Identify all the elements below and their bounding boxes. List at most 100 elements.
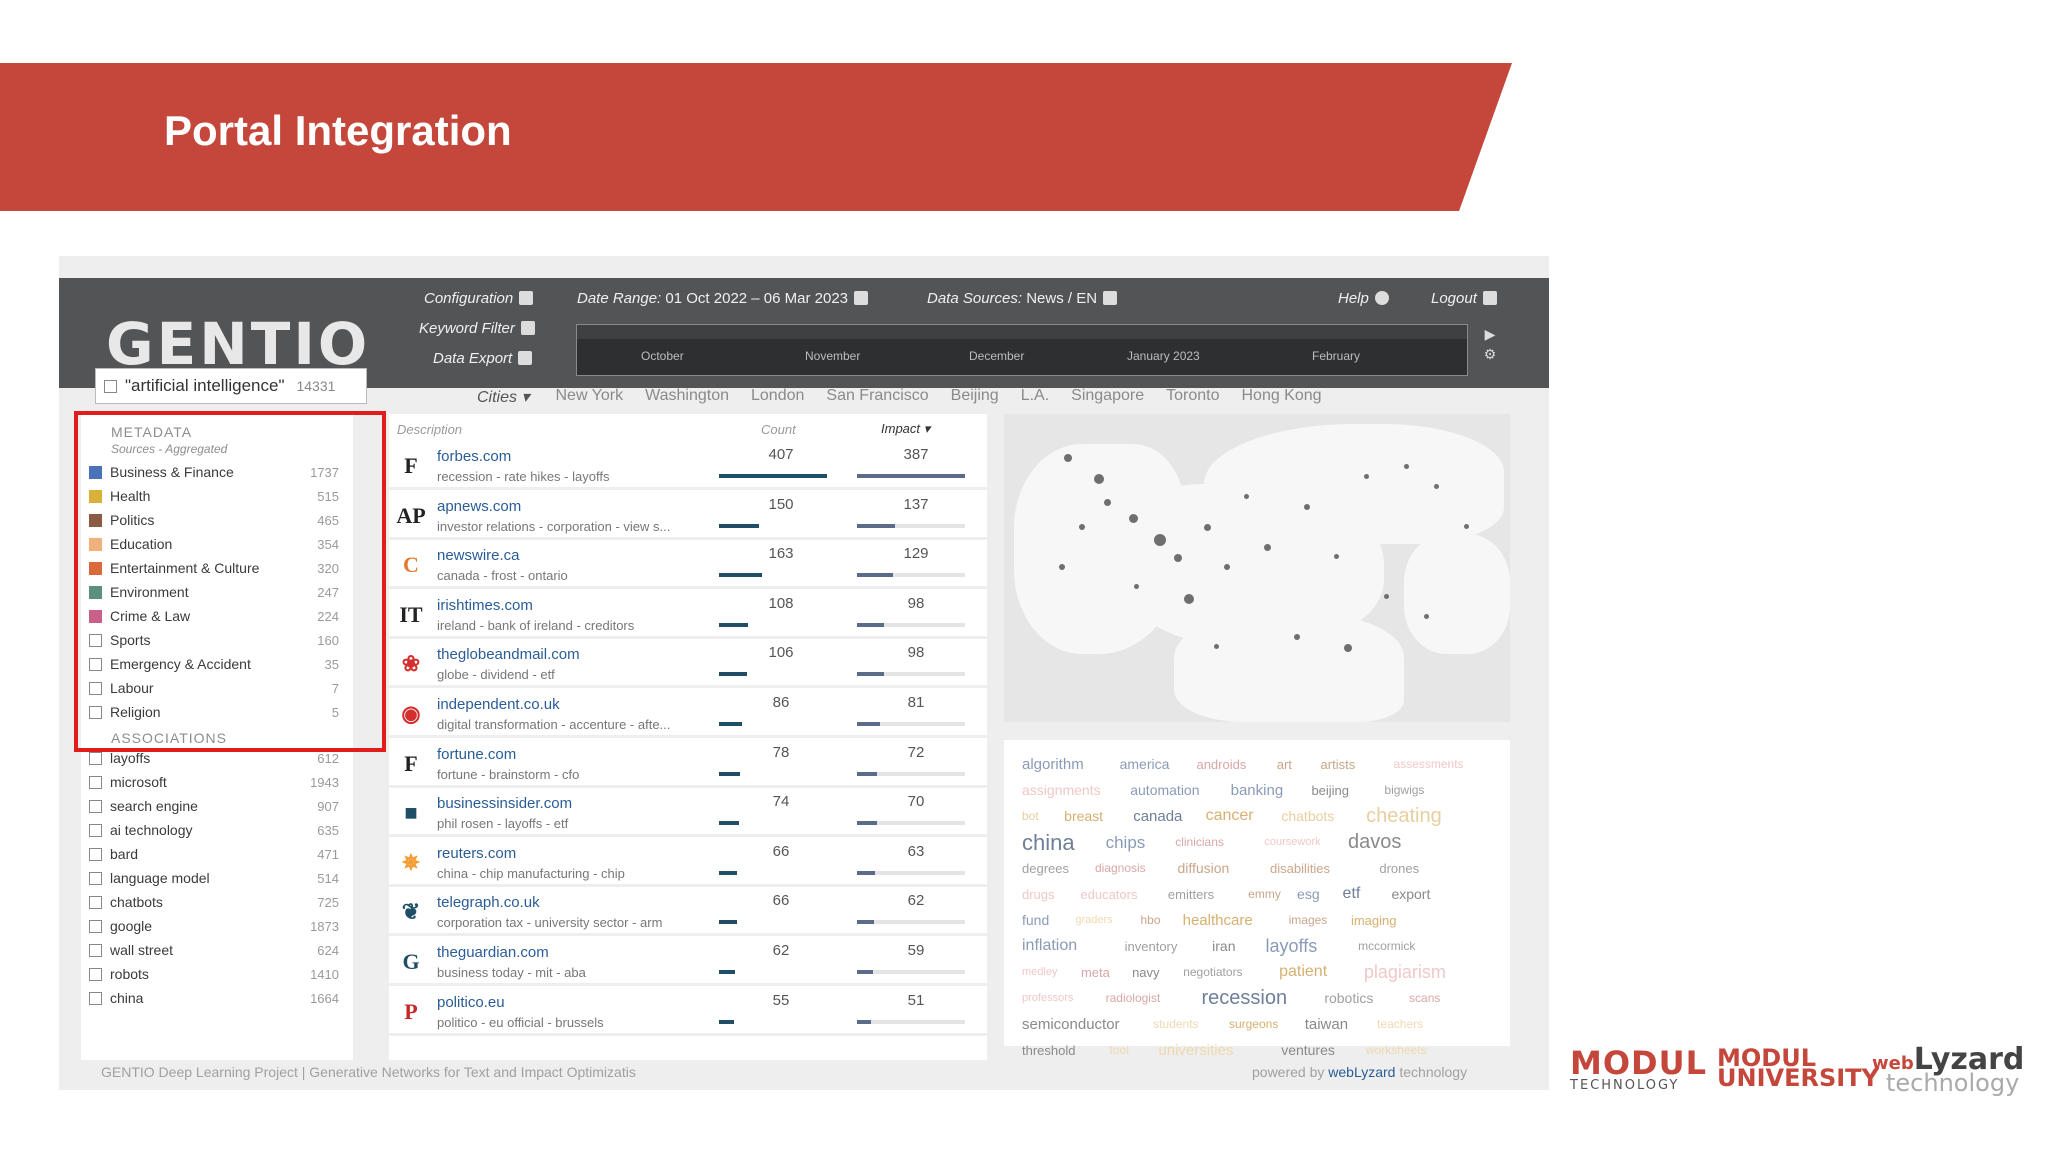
source-name[interactable]: fortune.com (437, 746, 516, 763)
cloud-keyword[interactable]: coursework (1264, 836, 1320, 848)
cloud-keyword[interactable]: negotiators (1183, 965, 1242, 979)
help-link[interactable]: Help (1338, 290, 1389, 307)
cloud-keyword[interactable]: inflation (1022, 937, 1077, 955)
cloud-keyword[interactable]: chips (1106, 833, 1146, 853)
cloud-keyword[interactable]: emitters (1168, 887, 1214, 902)
table-row[interactable]: ✵ reuters.com china - chip manufacturing -… (389, 841, 987, 887)
cloud-keyword[interactable]: bigwigs (1384, 783, 1424, 797)
table-row[interactable]: AP apnews.com investor relations - corpora… (389, 494, 987, 540)
tab-city[interactable]: London (751, 387, 804, 415)
cities-dropdown[interactable]: Cities ▾ (477, 387, 530, 415)
cloud-keyword[interactable]: inventory (1125, 939, 1178, 954)
col-description[interactable]: Description (397, 422, 462, 437)
association-item[interactable]: wall street 624 (81, 938, 353, 962)
gear-icon[interactable]: ⚙ (1484, 346, 1497, 362)
logout-link[interactable]: Logout (1431, 290, 1497, 307)
source-name[interactable]: apnews.com (437, 498, 521, 515)
world-map[interactable] (1004, 414, 1510, 722)
cloud-keyword[interactable]: scans (1409, 991, 1440, 1005)
table-row[interactable]: ❦ telegraph.co.uk corporation tax - univer… (389, 890, 987, 937)
table-row[interactable]: Gtheguardian.com business today - mit - a… (389, 940, 987, 986)
table-row[interactable]: IT irishtimes.com ireland - bank of irelan… (389, 593, 987, 639)
map-marker[interactable] (1214, 644, 1219, 649)
tab-city[interactable]: New York (556, 387, 624, 415)
cloud-keyword[interactable]: taiwan (1305, 1016, 1348, 1033)
cloud-keyword[interactable]: healthcare (1183, 912, 1253, 929)
configuration-menu[interactable]: Configuration (424, 290, 534, 307)
cloud-keyword[interactable]: esg (1297, 886, 1320, 902)
cloud-keyword[interactable]: androids (1196, 757, 1246, 772)
cloud-keyword[interactable]: teachers (1377, 1017, 1423, 1031)
association-checkbox[interactable] (89, 799, 102, 813)
cloud-keyword[interactable]: clinicians (1175, 835, 1224, 849)
association-item[interactable]: language model 514 (81, 866, 353, 890)
map-marker[interactable] (1134, 584, 1139, 589)
cloud-keyword[interactable]: worksheets (1366, 1043, 1427, 1057)
cloud-keyword[interactable]: beijing (1311, 783, 1349, 798)
table-row[interactable]: ■ businessinsider.com phil rosen - layoffs… (389, 791, 987, 838)
map-marker[interactable] (1364, 474, 1369, 479)
association-checkbox[interactable] (89, 751, 102, 765)
col-count[interactable]: Count (761, 422, 796, 437)
cloud-keyword[interactable]: banking (1231, 782, 1284, 799)
association-item[interactable]: search engine 907 (81, 794, 353, 818)
cloud-keyword[interactable]: students (1153, 1017, 1198, 1031)
association-checkbox[interactable] (89, 943, 102, 957)
cloud-keyword[interactable]: export (1391, 886, 1430, 902)
source-name[interactable]: irishtimes.com (437, 597, 533, 614)
cloud-keyword[interactable]: educators (1080, 887, 1137, 902)
map-marker[interactable] (1174, 554, 1182, 562)
date-range[interactable]: Date Range: 01 Oct 2022 – 06 Mar 2023 (577, 290, 869, 307)
weblyzard-link[interactable]: webLyzard (1328, 1064, 1395, 1080)
cloud-keyword[interactable]: mccormick (1358, 939, 1415, 953)
map-marker[interactable] (1104, 499, 1111, 506)
table-row[interactable]: Fforbes.com recession - rate hikes - layo… (389, 444, 987, 490)
cloud-keyword[interactable]: semiconductor (1022, 1016, 1120, 1033)
cloud-keyword[interactable]: davos (1348, 831, 1401, 854)
cloud-keyword[interactable]: diffusion (1177, 860, 1229, 876)
table-row[interactable]: Cnewswire.ca canada - frost - ontario 163 1… (389, 543, 987, 590)
cloud-keyword[interactable]: artists (1321, 757, 1356, 772)
keyword-filter-menu[interactable]: Keyword Filter (419, 320, 535, 337)
cloud-keyword[interactable]: breast (1064, 808, 1103, 824)
source-name[interactable]: theglobeandmail.com (437, 646, 580, 663)
association-item[interactable]: china 1664 (81, 986, 353, 1010)
source-name[interactable]: politico.eu (437, 994, 505, 1011)
association-checkbox[interactable] (89, 775, 102, 789)
cloud-keyword[interactable]: layoffs (1266, 936, 1318, 957)
cloud-keyword[interactable]: assessments (1394, 757, 1464, 771)
tab-city[interactable]: L.A. (1021, 387, 1049, 415)
association-checkbox[interactable] (89, 871, 102, 885)
table-row[interactable]: ❀ theglobeandmail.com globe - dividend - e… (389, 642, 987, 689)
map-marker[interactable] (1264, 544, 1271, 551)
cloud-keyword[interactable]: disabilities (1270, 861, 1330, 876)
tab-city[interactable]: Toronto (1166, 387, 1219, 415)
source-name[interactable]: businessinsider.com (437, 795, 572, 812)
source-name[interactable]: telegraph.co.uk (437, 894, 540, 911)
cloud-keyword[interactable]: etf (1343, 885, 1361, 903)
map-marker[interactable] (1204, 524, 1211, 531)
map-marker[interactable] (1244, 494, 1249, 499)
cloud-keyword[interactable]: robotics (1324, 990, 1373, 1006)
cloud-keyword[interactable]: imaging (1351, 913, 1397, 928)
cloud-keyword[interactable]: america (1120, 756, 1170, 772)
data-sources[interactable]: Data Sources: News / EN (927, 290, 1118, 307)
table-row[interactable]: Ffortune.com fortune - brainstorm - cfo 78… (389, 742, 987, 788)
association-checkbox[interactable] (89, 967, 102, 981)
tab-city[interactable]: Beijing (951, 387, 999, 415)
cloud-keyword[interactable]: drones (1379, 861, 1419, 876)
cloud-keyword[interactable]: universities (1158, 1042, 1233, 1059)
cloud-keyword[interactable]: threshold (1022, 1043, 1075, 1058)
cloud-keyword[interactable]: graders (1075, 914, 1112, 926)
source-name[interactable]: independent.co.uk (437, 696, 560, 713)
association-checkbox[interactable] (89, 847, 102, 861)
map-marker[interactable] (1404, 464, 1409, 469)
cloud-keyword[interactable]: chatbots (1281, 808, 1334, 824)
cloud-keyword[interactable]: tool (1110, 1043, 1129, 1057)
table-row[interactable]: ◉ independent.co.uk digital transformation… (389, 692, 987, 738)
association-checkbox[interactable] (89, 895, 102, 909)
cloud-keyword[interactable]: emmy (1248, 887, 1281, 901)
map-marker[interactable] (1294, 634, 1300, 640)
association-checkbox[interactable] (89, 823, 102, 837)
cloud-keyword[interactable]: cancer (1206, 807, 1254, 825)
